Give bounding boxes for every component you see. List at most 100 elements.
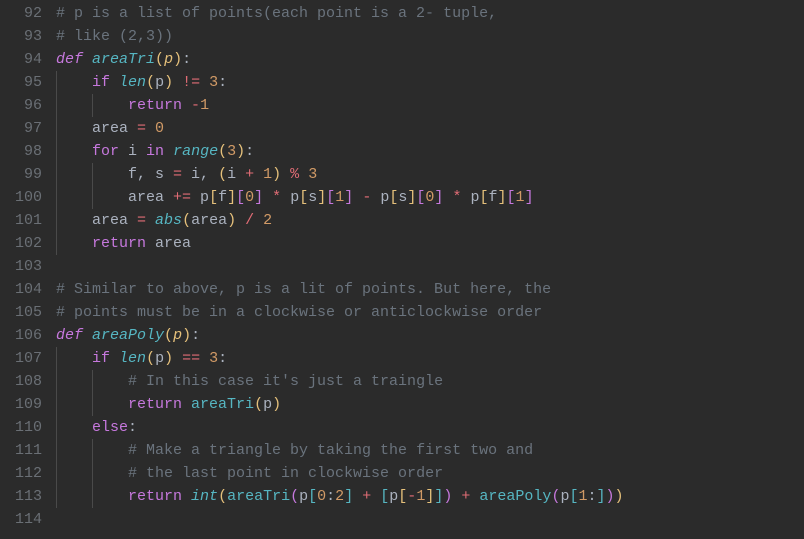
token-plain: f: [218, 189, 227, 206]
token-bracket-y: (: [218, 166, 227, 183]
token-param: p: [173, 327, 182, 344]
line-number: 110: [0, 416, 42, 439]
token-bracket-y: ): [227, 212, 236, 229]
token-comment: # like (2,3)): [56, 28, 173, 45]
token-number: 3: [227, 143, 236, 160]
token-plain: [146, 212, 155, 229]
indent-guide: [56, 485, 57, 508]
token-funcname-call: areaTri: [227, 488, 290, 505]
code-line[interactable]: else:: [56, 416, 804, 439]
line-number: 107: [0, 347, 42, 370]
token-bracket-y: [: [389, 189, 398, 206]
token-number: 0: [245, 189, 254, 206]
code-line[interactable]: # the last point in clockwise order: [56, 462, 804, 485]
indent-guide: [92, 370, 93, 393]
token-plain: [164, 143, 173, 160]
token-plain: [83, 327, 92, 344]
token-builtin: len: [119, 350, 146, 367]
code-line[interactable]: area = 0: [56, 117, 804, 140]
token-bracket-y: ): [173, 51, 182, 68]
token-plain: [83, 51, 92, 68]
token-plain: [110, 350, 119, 367]
code-line[interactable]: return int(areaTri(p[0:2] + [p[-1]]) + a…: [56, 485, 804, 508]
token-plain: p: [389, 488, 398, 505]
token-bracket-y: [: [479, 189, 488, 206]
token-bracket-p: ]: [254, 189, 263, 206]
code-line[interactable]: # points must be in a clockwise or antic…: [56, 301, 804, 324]
code-line[interactable]: def areaTri(p):: [56, 48, 804, 71]
line-number: 99: [0, 163, 42, 186]
token-plain: [353, 488, 362, 505]
token-plain: p: [155, 350, 164, 367]
token-keyword-ctrl: else: [92, 419, 128, 436]
token-plain: :: [588, 488, 597, 505]
line-number: 109: [0, 393, 42, 416]
code-line[interactable]: if len(p) == 3:: [56, 347, 804, 370]
token-funcname-call: areaPoly: [479, 488, 551, 505]
indent-guide: [56, 232, 57, 255]
code-line[interactable]: [56, 255, 804, 278]
token-bracket-y: (: [146, 350, 155, 367]
token-number: 1: [335, 189, 344, 206]
token-plain: [299, 166, 308, 183]
token-plain: [182, 97, 191, 114]
token-number: 2: [263, 212, 272, 229]
code-line[interactable]: # like (2,3)): [56, 25, 804, 48]
code-line[interactable]: area += p[f][0] * p[s][1] - p[s][0] * p[…: [56, 186, 804, 209]
code-line[interactable]: area = abs(area) / 2: [56, 209, 804, 232]
line-number: 95: [0, 71, 42, 94]
token-number: 1: [516, 189, 525, 206]
code-line[interactable]: return -1: [56, 94, 804, 117]
code-line[interactable]: return area: [56, 232, 804, 255]
line-number: 111: [0, 439, 42, 462]
token-bracket-y: [: [299, 189, 308, 206]
token-operator: +=: [173, 189, 191, 206]
token-bracket-b: [: [380, 488, 389, 505]
indent-guide: [56, 416, 57, 439]
code-line[interactable]: for i in range(3):: [56, 140, 804, 163]
code-line[interactable]: if len(p) != 3:: [56, 71, 804, 94]
indent-guide: [56, 462, 57, 485]
indent-guide: [56, 186, 57, 209]
indent-guide: [92, 462, 93, 485]
token-plain: f, s: [56, 166, 173, 183]
indent-guide: [92, 186, 93, 209]
indent-guide: [56, 140, 57, 163]
line-number: 104: [0, 278, 42, 301]
indent-guide: [56, 347, 57, 370]
token-plain: [182, 396, 191, 413]
code-line[interactable]: # p is a list of points(each point is a …: [56, 2, 804, 25]
token-operator: +: [245, 166, 254, 183]
code-line[interactable]: # Similar to above, p is a lit of points…: [56, 278, 804, 301]
token-def: def: [56, 327, 83, 344]
token-operator: *: [272, 189, 281, 206]
token-plain: p: [299, 488, 308, 505]
line-number: 106: [0, 324, 42, 347]
token-keyword-ctrl: return: [128, 97, 182, 114]
token-bracket-y: ]: [317, 189, 326, 206]
token-plain: [110, 74, 119, 91]
token-plain: p: [191, 189, 209, 206]
token-operator: ==: [182, 350, 200, 367]
token-bracket-p: ): [606, 488, 615, 505]
code-line[interactable]: return areaTri(p): [56, 393, 804, 416]
indent-guide: [56, 117, 57, 140]
token-bracket-y: (: [254, 396, 263, 413]
token-plain: p: [461, 189, 479, 206]
line-number: 92: [0, 2, 42, 25]
token-bracket-y: (: [182, 212, 191, 229]
code-line[interactable]: # In this case it's just a traingle: [56, 370, 804, 393]
code-editor[interactable]: 9293949596979899100101102103104105106107…: [0, 2, 804, 531]
token-funcname: areaPoly: [92, 327, 164, 344]
code-line[interactable]: f, s = i, (i + 1) % 3: [56, 163, 804, 186]
token-bracket-y: ): [182, 327, 191, 344]
code-line[interactable]: # Make a triangle by taking the first tw…: [56, 439, 804, 462]
token-bracket-y: (: [164, 327, 173, 344]
token-plain: s: [308, 189, 317, 206]
token-bracket-y: [: [209, 189, 218, 206]
code-line[interactable]: def areaPoly(p):: [56, 324, 804, 347]
code-content[interactable]: # p is a list of points(each point is a …: [56, 2, 804, 531]
code-line[interactable]: [56, 508, 804, 531]
token-plain: :: [128, 419, 137, 436]
token-number: 1: [263, 166, 272, 183]
